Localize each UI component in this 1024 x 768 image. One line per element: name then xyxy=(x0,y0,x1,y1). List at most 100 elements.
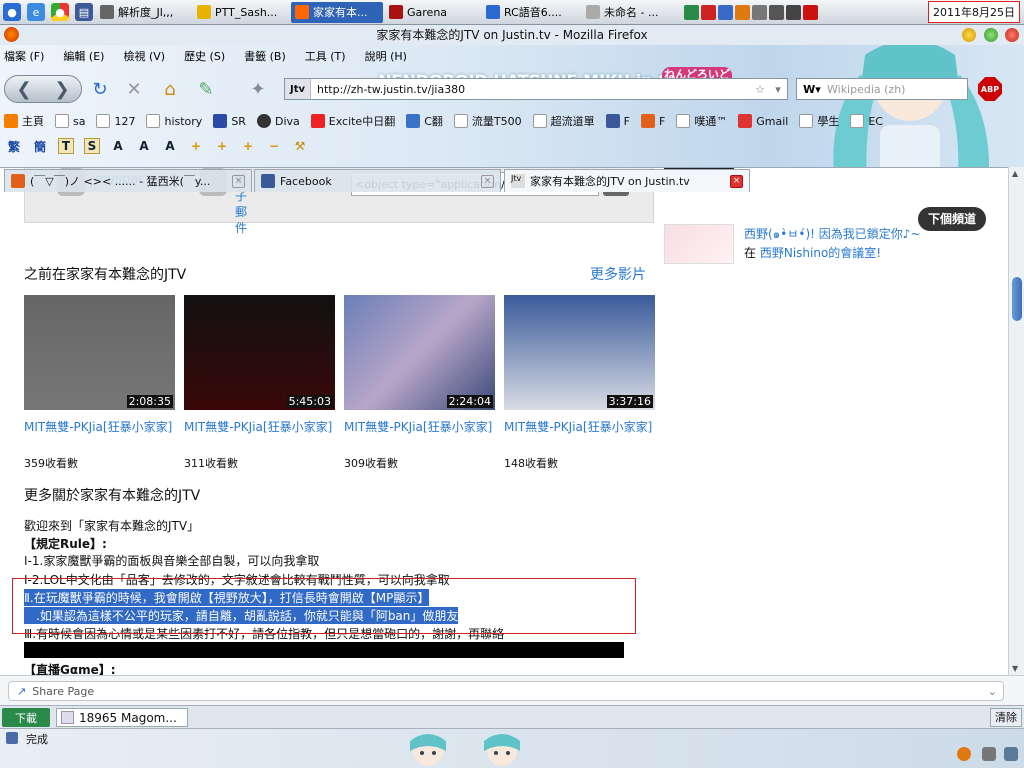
bookmark-item[interactable]: 噗通™ xyxy=(676,113,727,129)
scroll-thumb[interactable] xyxy=(1012,277,1022,321)
adblock-plus-icon[interactable]: ABP xyxy=(978,77,1002,101)
side-user-link[interactable]: 西野(๑•̀ㅂ•́)! 因為我已鎖定你♪~ xyxy=(744,225,921,244)
tab-close-icon[interactable]: × xyxy=(232,175,245,188)
font-down-button[interactable]: A xyxy=(136,138,152,154)
menu-edit[interactable]: 編輯 (E) xyxy=(63,48,104,64)
reload-icon[interactable]: ↻ xyxy=(88,77,112,101)
video-thumbnail[interactable]: 2:08:35 xyxy=(24,295,175,410)
bookmark-item[interactable]: F xyxy=(605,114,630,128)
stop-icon[interactable]: ✕ xyxy=(122,77,146,101)
wikipedia-icon[interactable]: W▾ xyxy=(797,83,827,96)
bookmark-item[interactable]: 超流道單 xyxy=(532,113,595,129)
tools-icon[interactable]: ⚒ xyxy=(292,138,308,154)
menu-tools[interactable]: 工具 (T) xyxy=(305,48,346,64)
video-thumbnail[interactable]: 2:24:04 xyxy=(344,295,495,410)
tray-app-icon[interactable] xyxy=(752,4,767,20)
next-channel-button[interactable]: 下個頻道 xyxy=(918,207,987,231)
tab-close-icon[interactable]: × xyxy=(481,175,494,188)
video-title-link[interactable]: MIT無雙-PKJia[狂暴小家家] xyxy=(24,419,184,436)
font-reset-button[interactable]: A xyxy=(162,138,178,154)
tray-app-icon[interactable] xyxy=(735,4,750,20)
s-button[interactable]: S xyxy=(84,138,100,154)
remove-button[interactable]: − xyxy=(266,138,282,154)
tray-app-icon[interactable] xyxy=(684,4,699,20)
bookmark-item[interactable]: Gmail xyxy=(738,114,788,128)
add-s-button[interactable]: + xyxy=(240,138,256,154)
side-thumbnail[interactable] xyxy=(664,224,734,264)
bookmark-star-icon[interactable]: ☆ xyxy=(751,83,769,96)
download-item[interactable]: 18965 Magom... xyxy=(56,708,188,727)
traditional-chinese-button[interactable]: 繁 xyxy=(6,138,22,154)
scroll-down-icon[interactable]: ▼ xyxy=(1012,664,1018,673)
menu-view[interactable]: 檢視 (V) xyxy=(123,48,165,64)
minimize-button[interactable] xyxy=(962,28,976,42)
dropdown-icon[interactable]: ▾ xyxy=(769,83,787,96)
bookmark-item[interactable]: C翻 xyxy=(406,113,443,129)
menu-bookmarks[interactable]: 書籤 (B) xyxy=(244,48,286,64)
font-up-button[interactable]: A xyxy=(110,138,126,154)
bookmark-item[interactable]: sa xyxy=(55,114,85,128)
simplified-chinese-button[interactable]: 簡 xyxy=(32,138,48,154)
task-item-3[interactable]: 家家有本... xyxy=(291,1,383,23)
bookmark-item[interactable]: EC xyxy=(850,114,883,128)
tray-app-icon[interactable] xyxy=(803,4,818,20)
maximize-button[interactable] xyxy=(984,28,998,42)
bookmark-item[interactable]: history xyxy=(146,114,202,128)
video-title-link[interactable]: MIT無雙-PKJia[狂暴小家家] xyxy=(184,419,344,436)
forward-button[interactable]: ❯ xyxy=(54,79,69,100)
site-badge[interactable]: Jtv xyxy=(285,79,311,99)
downloads-button[interactable]: 下載 xyxy=(2,708,50,727)
video-title-link[interactable]: MIT無雙-PKJia[狂暴小家家] xyxy=(504,419,664,436)
tray-app-icon[interactable] xyxy=(701,4,716,20)
menu-history[interactable]: 歷史 (S) xyxy=(184,48,225,64)
search-bar[interactable]: W▾ Wikipedia (zh) xyxy=(796,78,968,100)
addon-status-icon[interactable] xyxy=(1004,747,1018,761)
tab-1[interactable]: (￣▽￣)ノ <>< ...... - 猛西米(￣y... × xyxy=(4,169,252,192)
firefox-icon[interactable] xyxy=(4,27,19,42)
tab-3[interactable]: Jtv 家家有本難念的JTV on Justin.tv × xyxy=(504,169,750,192)
home-icon[interactable]: ⌂ xyxy=(158,77,182,101)
bookmark-item[interactable]: 127 xyxy=(96,114,135,128)
add-t-button[interactable]: + xyxy=(214,138,230,154)
bookmark-item[interactable]: 主頁 xyxy=(4,113,44,129)
url-text[interactable]: http://zh-tw.justin.tv/jia380 xyxy=(311,83,751,96)
bookmark-item[interactable]: Excite中日翻 xyxy=(310,113,395,129)
apple-menu-icon[interactable]: ● xyxy=(3,3,21,21)
tab-2[interactable]: Facebook × xyxy=(254,169,501,192)
task-item-2[interactable]: PTT_Sash... xyxy=(193,2,289,23)
url-bar[interactable]: Jtv http://zh-tw.justin.tv/jia380 ☆ ▾ xyxy=(284,78,788,100)
page-scrollbar[interactable]: ▲ ▼ xyxy=(1008,167,1024,675)
task-item-5[interactable]: RC語音6.... xyxy=(482,2,580,23)
bookmark-item[interactable]: 學生 xyxy=(799,113,839,129)
ie-icon[interactable]: e xyxy=(27,3,45,21)
tray-app-icon[interactable] xyxy=(769,4,784,20)
tab-close-icon[interactable]: × xyxy=(730,175,743,188)
addon-status-icon[interactable] xyxy=(982,747,996,761)
chevron-down-icon[interactable]: ⌄ xyxy=(988,685,997,698)
bookmark-item[interactable]: SR xyxy=(213,114,246,128)
extension-icon[interactable]: ✦ xyxy=(246,77,270,101)
clock[interactable]: 2011年8月25日 xyxy=(928,1,1020,23)
bookmark-item[interactable]: F xyxy=(640,114,665,128)
task-item-1[interactable]: 解析度_Jl,,, xyxy=(96,2,191,23)
more-videos-link[interactable]: 更多影片 xyxy=(590,264,646,284)
tray-app-icon[interactable] xyxy=(718,4,733,20)
back-button[interactable]: ❮ xyxy=(16,79,31,100)
video-thumbnail[interactable]: 5:45:03 xyxy=(184,295,335,410)
translate-icon[interactable]: ✎ xyxy=(194,77,218,101)
search-input[interactable]: Wikipedia (zh) xyxy=(827,83,905,96)
task-item-4[interactable]: Garena xyxy=(385,2,480,23)
firefox-status-icon[interactable] xyxy=(957,747,971,761)
clear-downloads-button[interactable]: 清除 xyxy=(990,708,1022,727)
video-thumbnail[interactable]: 3:37:16 xyxy=(504,295,655,410)
add-button[interactable]: + xyxy=(188,138,204,154)
share-page-button[interactable]: ↗ Share Page ⌄ xyxy=(8,681,1004,701)
bookmark-item[interactable]: Diva xyxy=(256,114,300,128)
menu-file[interactable]: 檔案 (F) xyxy=(4,48,44,64)
close-button[interactable] xyxy=(1005,28,1019,42)
video-title-link[interactable]: MIT無雙-PKJia[狂暴小家家] xyxy=(344,419,504,436)
chrome-icon[interactable]: ● xyxy=(51,3,69,21)
volume-icon[interactable] xyxy=(786,4,801,20)
window-switcher-icon[interactable]: ▤ xyxy=(75,3,93,21)
bookmark-item[interactable]: 流量T500 xyxy=(453,113,522,129)
